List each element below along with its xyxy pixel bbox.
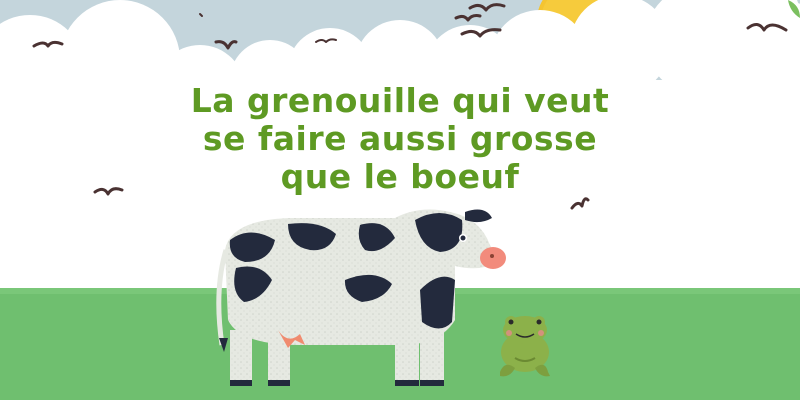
frog-illustration bbox=[500, 316, 550, 377]
title-line-1: La grenouille qui veut bbox=[190, 81, 610, 120]
page-title: La grenouille qui veut se faire aussi gr… bbox=[0, 82, 800, 196]
illustration-scene bbox=[0, 0, 800, 400]
title-line-2: se faire aussi grosse bbox=[202, 119, 598, 158]
title-line-3: que le boeuf bbox=[280, 157, 520, 196]
